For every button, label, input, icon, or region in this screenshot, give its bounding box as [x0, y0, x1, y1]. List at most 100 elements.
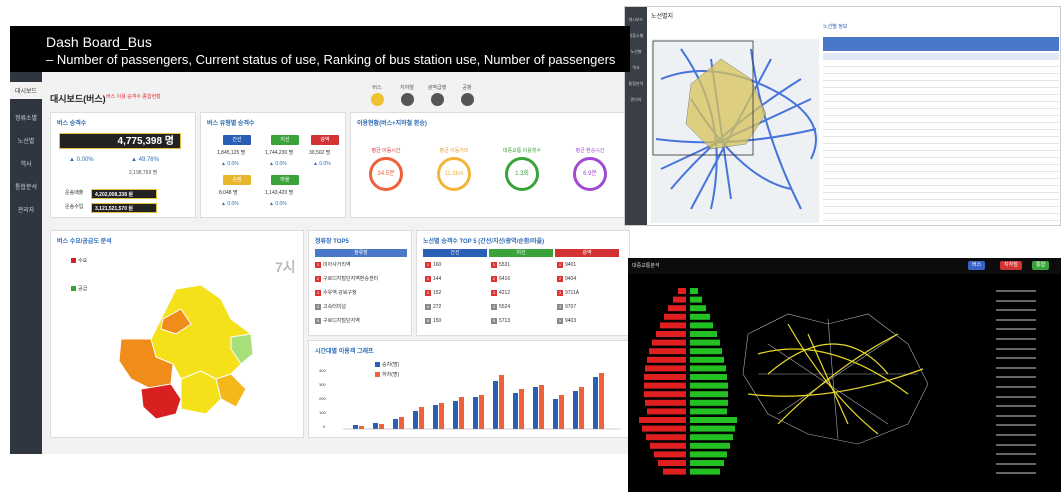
list-item[interactable] — [996, 299, 1036, 302]
list-item[interactable] — [996, 414, 1036, 417]
tr-nav-item[interactable]: 대시보드 — [625, 17, 647, 23]
table-row[interactable] — [823, 102, 1059, 109]
tr-title: 노선별지 — [651, 14, 674, 20]
bar-boarding — [553, 399, 558, 429]
table-row[interactable] — [823, 165, 1059, 172]
list-item[interactable] — [996, 443, 1036, 446]
list-item[interactable] — [996, 434, 1036, 436]
table-row[interactable] — [823, 130, 1059, 137]
list-item[interactable] — [996, 357, 1036, 360]
list-item[interactable] — [996, 347, 1036, 350]
route-header-trunk: 간선 — [423, 249, 487, 257]
composite-screenshot: Dash Board_Bus – Number of passengers, C… — [0, 0, 1061, 492]
list-item[interactable] — [996, 328, 1036, 331]
table-row[interactable] — [823, 186, 1059, 193]
pyramid-bar-right — [690, 348, 722, 355]
list-item[interactable] — [996, 338, 1036, 340]
population-pyramid — [639, 288, 737, 475]
nav-item-station[interactable]: 역사 — [10, 159, 42, 168]
filter-airport[interactable]: 공항 — [456, 84, 478, 106]
y-tick: 100 — [319, 410, 326, 415]
list-item[interactable] — [996, 453, 1036, 456]
filter-bus[interactable]: 버스 — [366, 84, 388, 106]
table-row[interactable] — [823, 116, 1059, 123]
table-row[interactable] — [823, 67, 1059, 74]
bus-type-circular: 순환 — [223, 175, 251, 185]
table-header — [823, 37, 1059, 51]
rank-badge: 3 — [315, 290, 321, 296]
table-row[interactable] — [823, 109, 1059, 116]
bar-boarding — [533, 387, 538, 429]
list-item[interactable] — [996, 318, 1036, 321]
nav-item-admin[interactable]: 관리자 — [10, 205, 42, 214]
table-row[interactable] — [823, 60, 1059, 67]
stop-row[interactable]: 3 수유역.강북구청 — [315, 289, 357, 297]
nav-item-dashboard[interactable]: 대시보드 — [10, 82, 42, 99]
stop-row[interactable]: 5 구로디지털단지역 — [315, 317, 360, 325]
route-map[interactable] — [651, 39, 819, 223]
route-cell: 2 9404 — [557, 275, 576, 283]
route-cell: 5 9403 — [557, 317, 576, 325]
table-row[interactable] — [823, 151, 1059, 158]
list-item[interactable] — [996, 472, 1036, 475]
br-toolbar: 대중교통분석 버스 지하철 통합 — [628, 258, 1061, 274]
gauge-label: 평균 이동거리 — [439, 148, 469, 154]
stop-row[interactable]: 4 고속터미널 — [315, 303, 346, 311]
table-row[interactable] — [823, 74, 1059, 81]
list-item[interactable] — [996, 376, 1036, 379]
table-row[interactable] — [823, 207, 1059, 214]
route-number: 160 — [433, 262, 442, 268]
table-row[interactable] — [823, 123, 1059, 130]
compare-value: 2,198,769 명 — [129, 170, 158, 176]
page-subtitle: 버스 이용 승객수 종합현황 — [106, 94, 161, 100]
pyramid-bar-right — [690, 434, 733, 441]
tr-nav-item[interactable]: 통합분석 — [625, 81, 647, 87]
panel-title: 이용현황(버스+지하철 환승) — [357, 121, 427, 127]
table-row[interactable] — [823, 158, 1059, 165]
btn-bus[interactable]: 버스 — [968, 261, 986, 270]
list-item[interactable] — [996, 290, 1036, 292]
table-row[interactable] — [823, 200, 1059, 207]
list-item[interactable] — [996, 424, 1036, 427]
list-item[interactable] — [996, 395, 1036, 398]
filter-label: 광역급행 — [427, 85, 447, 91]
list-item[interactable] — [996, 405, 1036, 408]
btn-combined[interactable]: 통합 — [1032, 261, 1050, 270]
list-item[interactable] — [996, 386, 1036, 388]
route-number: 152 — [433, 290, 442, 296]
route-number: 6416 — [499, 276, 511, 282]
table-row[interactable] — [823, 95, 1059, 102]
nav-item-analysis[interactable]: 통합분석 — [10, 182, 42, 191]
table-row[interactable] — [823, 53, 1059, 60]
pyramid-bar-right — [690, 356, 724, 363]
filter-subway[interactable]: 지하철 — [396, 84, 418, 106]
pyramid-bar-left — [678, 288, 686, 294]
nav-item-route[interactable]: 노선별 — [10, 136, 42, 145]
list-item[interactable] — [996, 462, 1036, 465]
table-row[interactable] — [823, 214, 1059, 221]
btn-subway[interactable]: 지하철 — [1000, 261, 1022, 270]
table-row[interactable] — [823, 193, 1059, 200]
tr-nav-item[interactable]: 관리자 — [625, 97, 647, 103]
bar-alighting — [419, 407, 424, 429]
stop-row[interactable]: 1 미아사거리역 — [315, 261, 351, 269]
list-item[interactable] — [996, 366, 1036, 369]
rank-badge: 1 — [315, 262, 321, 268]
table-row[interactable] — [823, 172, 1059, 179]
list-item[interactable] — [996, 309, 1036, 312]
filter-express[interactable]: 광역급행 — [426, 84, 448, 106]
br-title: 대중교통분석 — [632, 263, 660, 269]
table-row[interactable] — [823, 81, 1059, 88]
bus-type-trunk: 간선 — [223, 135, 251, 145]
table-row[interactable] — [823, 88, 1059, 95]
bar-boarding — [473, 397, 478, 429]
table-row[interactable] — [823, 179, 1059, 186]
table-row[interactable] — [823, 144, 1059, 151]
time-bar-chart — [343, 373, 621, 430]
subway-icon — [400, 93, 414, 106]
table-row[interactable] — [823, 137, 1059, 144]
stop-row[interactable]: 2 구로디지털단지역환승센터 — [315, 275, 378, 283]
route-cell: 5 5713 — [491, 317, 510, 325]
nav-item-stop[interactable]: 정류소별 — [10, 113, 42, 122]
banner: Dash Board_Bus – Number of passengers, C… — [10, 26, 630, 72]
